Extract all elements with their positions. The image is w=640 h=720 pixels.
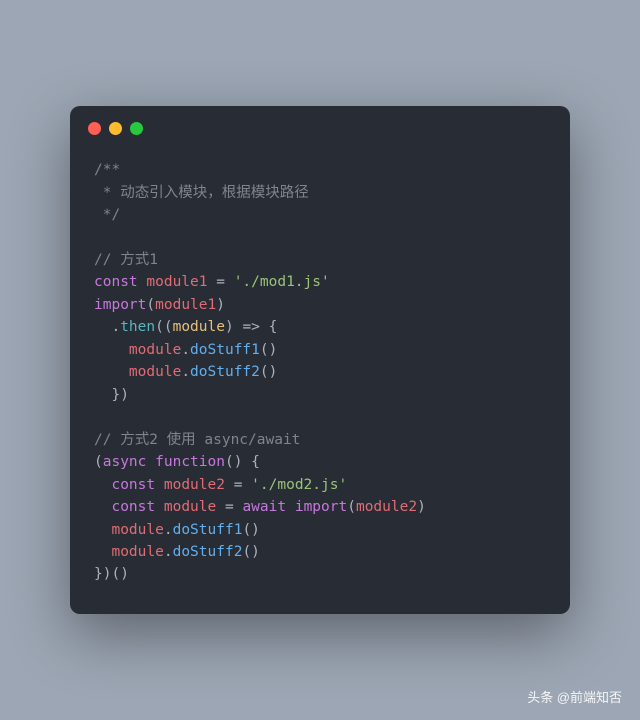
dot4: . [164,522,173,538]
var-module: module [164,499,216,515]
kw-import: import [94,297,146,313]
indent [94,319,111,335]
str-mod1: './mod1.js' [234,274,330,290]
dot: . [111,319,120,335]
indent [94,522,111,538]
maximize-icon[interactable] [130,122,143,135]
empty-call4: () [242,544,259,560]
comment-method2: // 方式2 使用 async/await [94,432,300,448]
indent [94,342,129,358]
call-dostuff1b: doStuff1 [173,522,243,538]
op-eq: = [208,274,234,290]
obj-module: module [129,342,181,358]
code-window: /** * 动态引入模块，根据模块路径 */ // 方式1 const modu… [70,106,570,614]
kw-import2: import [295,499,347,515]
call-dostuff1: doStuff1 [190,342,260,358]
comment-block-line: * 动态引入模块，根据模块路径 [94,185,309,201]
comment-method1: // 方式1 [94,252,158,268]
indent [94,387,111,403]
var-module2: module2 [164,477,225,493]
op-eq2: = [225,477,251,493]
obj-module4: module [111,544,163,560]
kw-function: function [155,454,225,470]
kw-async: async [103,454,147,470]
comment-block-open: /** [94,162,120,178]
paren-close2: ) [225,319,234,335]
indent [94,499,111,515]
str-mod2: './mod2.js' [251,477,347,493]
paren-open2: ( [155,319,164,335]
window-titlebar [70,106,570,135]
paren-open4: ( [94,454,103,470]
kw-const3: const [111,499,155,515]
dot5: . [164,544,173,560]
obj-module2: module [129,364,181,380]
op-eq3: = [216,499,242,515]
arrow: => { [234,319,278,335]
minimize-icon[interactable] [109,122,122,135]
paren-close: ) [216,297,225,313]
indent [94,364,129,380]
dot3: . [181,364,190,380]
paren-open5: ( [347,499,356,515]
param-module: module [173,319,225,335]
brace-close: }) [111,387,128,403]
var-module1: module1 [146,274,207,290]
fn-anon: () { [225,454,260,470]
watermark-text: 头条 @前端知否 [527,687,622,706]
iife-close: })() [94,566,129,582]
comment-block-close: */ [94,207,120,223]
empty-call3: () [242,522,259,538]
kw-await: await [242,499,286,515]
indent [94,544,111,560]
kw-const2: const [111,477,155,493]
empty-call2: () [260,364,277,380]
arg-module1: module1 [155,297,216,313]
call-dostuff2b: doStuff2 [173,544,243,560]
call-dostuff2: doStuff2 [190,364,260,380]
obj-module3: module [111,522,163,538]
paren-open: ( [146,297,155,313]
indent [94,477,111,493]
dot2: . [181,342,190,358]
paren-close3: ) [417,499,426,515]
code-block: /** * 动态引入模块，根据模块路径 */ // 方式1 const modu… [70,135,570,614]
empty-call: () [260,342,277,358]
arg-module2: module2 [356,499,417,515]
kw-const: const [94,274,138,290]
paren-open3: ( [164,319,173,335]
fn-then: then [120,319,155,335]
close-icon[interactable] [88,122,101,135]
